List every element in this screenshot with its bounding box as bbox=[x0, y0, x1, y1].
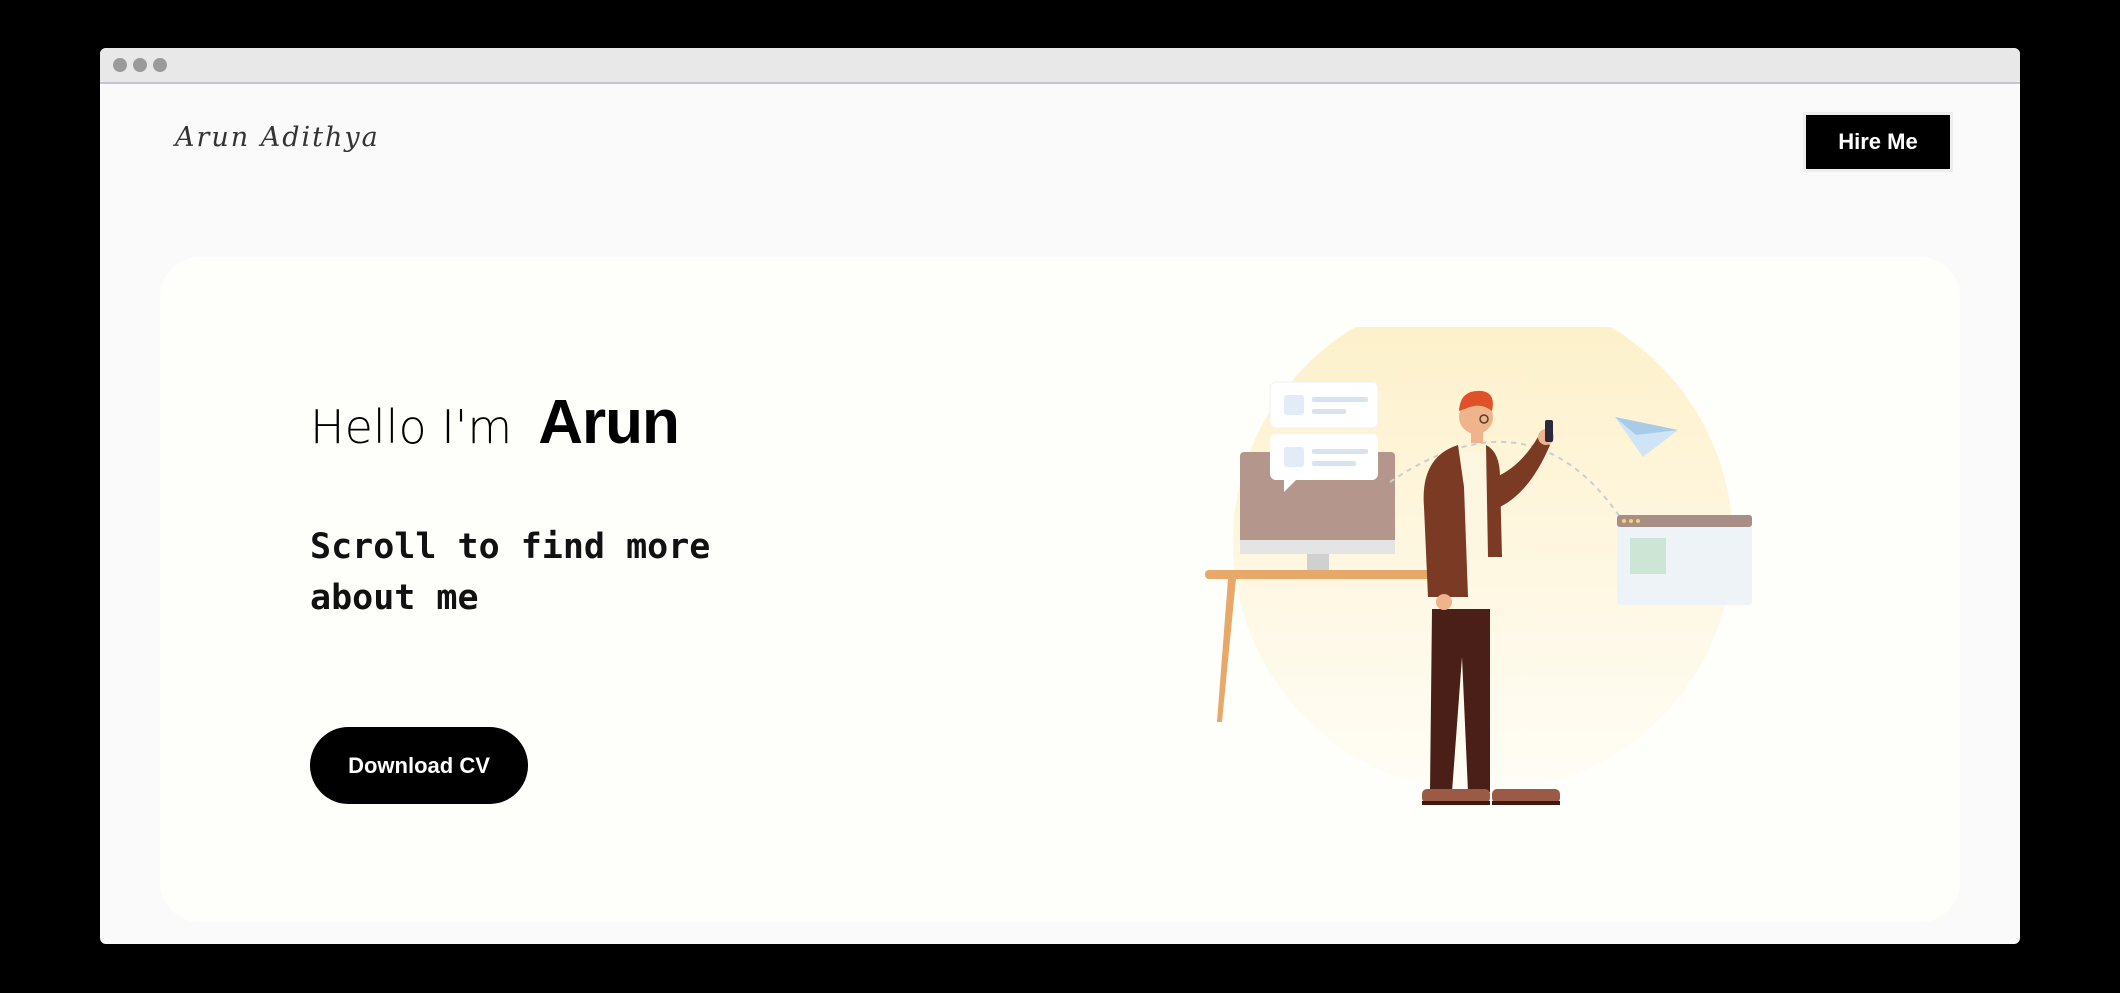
window-minimize-dot[interactable] bbox=[133, 58, 147, 72]
browser-window: Arun Adithya Hire Me Hello I'm Arun Scro… bbox=[100, 48, 2020, 944]
browser-card-icon bbox=[1617, 515, 1752, 605]
hero-section: Hello I'm Arun Scroll to find more about… bbox=[160, 257, 1960, 922]
chat-bubble-icon bbox=[1269, 381, 1379, 429]
hero-tagline: Scroll to find more about me bbox=[310, 527, 711, 618]
download-cv-button[interactable]: Download CV bbox=[310, 727, 528, 804]
window-close-dot[interactable] bbox=[113, 58, 127, 72]
hire-me-button[interactable]: Hire Me bbox=[1803, 112, 1953, 172]
hero-name: Arun bbox=[538, 388, 680, 457]
site-logo[interactable]: Arun Adithya bbox=[175, 122, 380, 153]
person-with-phone-illustration bbox=[1205, 327, 1752, 805]
greeting-text: Hello I'm bbox=[310, 400, 513, 454]
window-maximize-dot[interactable] bbox=[153, 58, 167, 72]
window-titlebar bbox=[100, 48, 2020, 84]
hero-greeting: Hello I'm Arun bbox=[310, 387, 680, 458]
